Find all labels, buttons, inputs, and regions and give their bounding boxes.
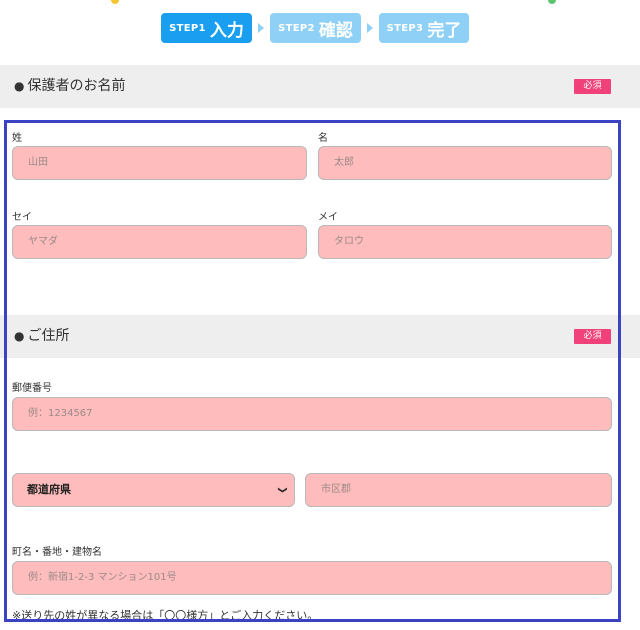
postal-code-input[interactable]: 例：1234567: [12, 397, 612, 431]
first-name-label: 名: [318, 133, 328, 144]
first-name-input[interactable]: 太郎: [318, 146, 612, 180]
address-header: ● ご住所 必須: [0, 315, 640, 358]
last-name-kana-label: セイ: [12, 212, 32, 223]
step-1-number: STEP1: [169, 22, 206, 34]
bullet-icon: ●: [14, 329, 25, 343]
last-name-kana-input[interactable]: ヤマダ: [12, 225, 307, 259]
street-label: 町名・番地・建物名: [12, 547, 102, 558]
surname-note: ※送り先の姓が異なる場合は「〇〇様方」とご入力ください。: [12, 609, 319, 622]
city-input[interactable]: 市区郡: [305, 473, 612, 507]
first-name-kana-label: メイ: [318, 212, 338, 223]
header-decoration: [111, 0, 119, 4]
chevron-down-icon: ❯: [277, 486, 288, 494]
required-badge: 必須: [574, 79, 611, 94]
last-name-input[interactable]: 山田: [12, 146, 307, 180]
last-name-label: 姓: [12, 133, 22, 144]
bullet-icon: ●: [14, 79, 25, 93]
step-3-label: 完了: [427, 20, 462, 41]
prefecture-selected: 都道府県: [27, 483, 71, 496]
step-2: STEP2 確認: [270, 13, 361, 43]
guardian-name-title: 保護者のお名前: [27, 78, 126, 94]
step-1-label: 入力: [209, 20, 244, 41]
prefecture-select[interactable]: 都道府県 ❯: [12, 473, 295, 507]
postal-code-label: 郵便番号: [12, 383, 52, 394]
step-1: STEP1 入力: [161, 13, 252, 43]
step-arrow-icon: [258, 23, 264, 33]
step-indicator: STEP1 入力 STEP2 確認 STEP3 完了: [161, 13, 469, 43]
first-name-kana-input[interactable]: タロウ: [318, 225, 612, 259]
step-arrow-icon: [367, 23, 373, 33]
address-title: ご住所: [27, 328, 70, 344]
step-2-number: STEP2: [278, 22, 315, 34]
header-decoration: [548, 0, 556, 4]
step-3: STEP3 完了: [379, 13, 469, 43]
guardian-name-header: ● 保護者のお名前 必須: [0, 65, 640, 108]
street-input[interactable]: 例：新宿1-2-3 マンション101号: [12, 561, 612, 595]
required-badge: 必須: [574, 329, 611, 344]
step-2-label: 確認: [318, 20, 353, 41]
step-3-number: STEP3: [386, 22, 424, 34]
